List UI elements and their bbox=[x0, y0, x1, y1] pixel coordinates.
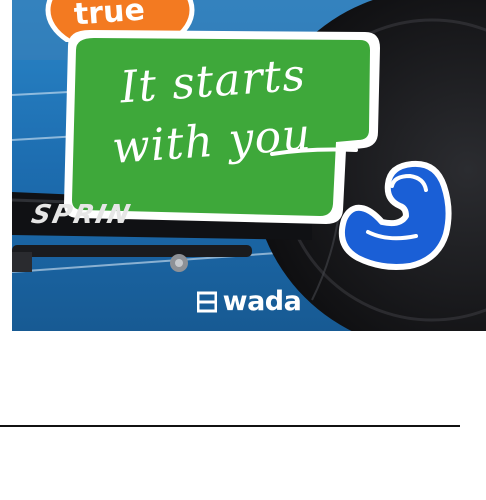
headline-line1: It starts bbox=[118, 49, 308, 114]
page: true It starts with you SPRIN wada bbox=[0, 0, 486, 500]
divider bbox=[0, 425, 460, 427]
wada-logo-icon bbox=[196, 291, 217, 312]
wada-logo: wada bbox=[12, 288, 486, 315]
promo-banner[interactable]: true It starts with you SPRIN wada bbox=[12, 0, 486, 331]
wada-logo-text: wada bbox=[222, 286, 302, 317]
flexed-arm-icon bbox=[338, 160, 452, 270]
bike-brand-text: SPRIN bbox=[28, 200, 135, 230]
